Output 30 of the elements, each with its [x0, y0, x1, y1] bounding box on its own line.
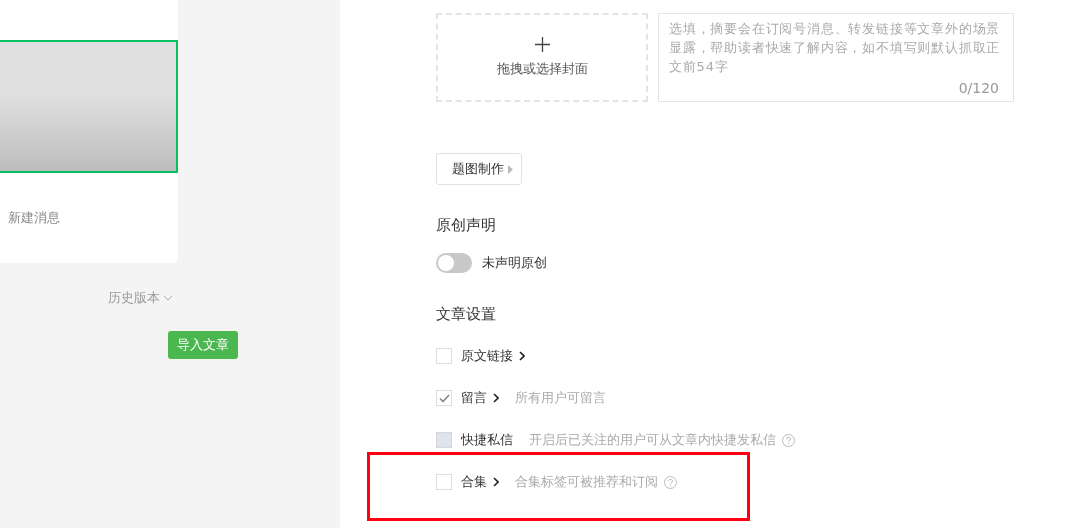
- setting-label: 原文链接: [461, 347, 513, 365]
- setting-label: 合集: [461, 473, 487, 491]
- checkbox[interactable]: [436, 348, 452, 364]
- chevron-right-icon[interactable]: [519, 351, 525, 361]
- history-version-link[interactable]: 历史版本: [108, 289, 173, 307]
- checkbox[interactable]: [436, 474, 452, 490]
- setting-description: 合集标签可被推荐和订阅: [515, 473, 658, 491]
- chevron-down-icon: [163, 295, 173, 301]
- section-heading: 原创声明: [436, 216, 496, 235]
- setting-label: 快捷私信: [461, 431, 513, 449]
- chevron-right-icon[interactable]: [493, 477, 499, 487]
- checkbox[interactable]: [436, 390, 452, 406]
- cover-upload-area[interactable]: 拖拽或选择封面: [436, 13, 648, 102]
- import-article-button[interactable]: 导入文章: [168, 331, 238, 359]
- plus-icon: [534, 37, 550, 52]
- cover-thumbnail[interactable]: [0, 40, 178, 173]
- setting-description: 所有用户可留言: [515, 389, 606, 407]
- character-counter: 0/120: [958, 80, 999, 96]
- toggle-label: 未声明原创: [482, 254, 547, 272]
- message-title: 新建消息: [8, 209, 61, 227]
- chevron-right-icon[interactable]: [493, 393, 499, 403]
- summary-field[interactable]: 选填，摘要会在订阅号消息、转发链接等文章外的场景显露，帮助读者快速了解内容，如不填写则默认抓取正文前54字 0/120: [658, 13, 1014, 102]
- setting-label: 留言: [461, 389, 487, 407]
- setting-description: 开启后已关注的用户可从文章内快捷发私信: [529, 431, 776, 449]
- help-icon[interactable]: [664, 475, 677, 489]
- caret-right-icon: [508, 164, 513, 174]
- original-toggle[interactable]: [436, 253, 472, 273]
- section-heading: 文章设置: [436, 305, 496, 324]
- cover-maker-button[interactable]: 题图制作: [436, 153, 522, 185]
- cover-upload-label: 拖拽或选择封面: [496, 60, 588, 78]
